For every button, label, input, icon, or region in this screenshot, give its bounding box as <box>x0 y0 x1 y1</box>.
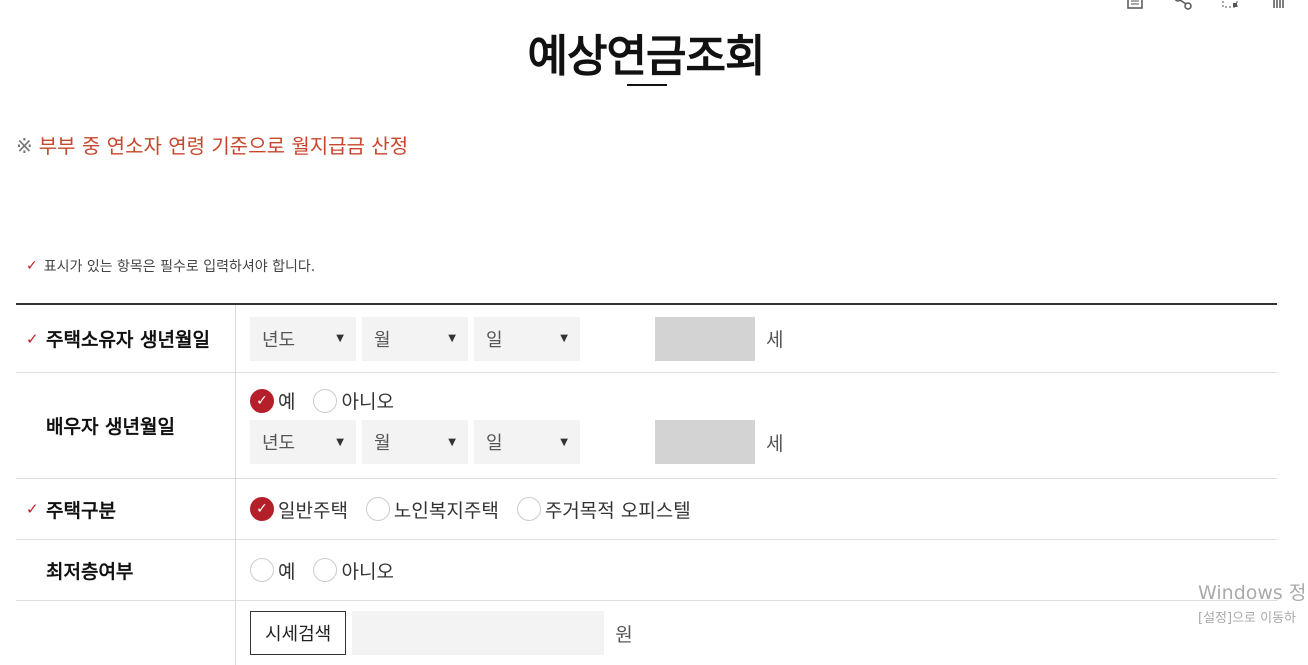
dropdown-arrow-icon: ▼ <box>448 333 456 344</box>
notice-mark: ※ <box>16 134 33 158</box>
select-value: 년도 <box>262 433 296 454</box>
select-value: 년도 <box>262 329 296 351</box>
spouse-age-box <box>655 420 755 464</box>
spouse-month-select[interactable]: 월 ▼ <box>362 420 468 464</box>
radio-label: 예 <box>278 391 296 413</box>
label-house-type: ✓ 주택구분 <box>16 479 236 539</box>
select-value: 일 <box>486 329 503 351</box>
select-value: 일 <box>486 433 503 454</box>
dropdown-arrow-icon: ▼ <box>560 333 568 344</box>
radio-label: 노인복지주택 <box>393 499 499 522</box>
required-note-text: 표시가 있는 항목은 필수로 입력하셔야 합니다. <box>43 259 316 275</box>
required-check-icon: ✓ <box>26 500 39 518</box>
radio-circle-icon <box>250 558 274 582</box>
house-senior-radio[interactable]: 노인복지주택 <box>365 496 499 523</box>
label-text: 주택구분 <box>46 499 116 522</box>
notice-text: ※ 부부 중 연소자 연령 기준으로 월지급금 산정 <box>16 130 408 159</box>
price-input[interactable] <box>352 611 605 655</box>
print-icon[interactable] <box>1124 0 1146 12</box>
label-lowest-floor: 최저층여부 <box>16 540 236 600</box>
floor-no-radio[interactable]: 아니오 <box>313 557 394 584</box>
owner-year-select[interactable]: 년도 ▼ <box>250 316 356 361</box>
label-price <box>16 601 236 665</box>
label-text: 주택소유자 생년월일 <box>46 329 210 351</box>
share-icon[interactable] <box>1172 0 1194 12</box>
check-icon: ✓ <box>250 497 274 521</box>
label-owner-birth: ✓ 주택소유자 생년월일 <box>16 305 236 372</box>
dropdown-arrow-icon: ▼ <box>448 436 456 448</box>
radio-circle-icon <box>365 497 390 521</box>
spouse-day-select[interactable]: 일 ▼ <box>474 420 580 464</box>
floor-yes-radio[interactable]: 예 <box>250 557 295 584</box>
hand-icon[interactable] <box>1268 0 1290 12</box>
select-value: 월 <box>374 433 391 454</box>
label-text: 최저층여부 <box>46 560 134 583</box>
required-check-icon: ✓ <box>26 329 39 348</box>
form-table: ✓ 주택소유자 생년월일 년도 ▼ 월 ▼ 일 ▼ 세 배우자 생년월일 ✓ 예… <box>16 303 1277 665</box>
page-title: 예상연금조회 <box>527 31 766 82</box>
radio-circle-icon <box>313 388 338 413</box>
row-owner-birth: ✓ 주택소유자 생년월일 년도 ▼ 월 ▼ 일 ▼ 세 <box>16 305 1277 373</box>
radio-circle-icon <box>516 497 541 521</box>
age-unit: 세 <box>766 432 784 455</box>
field-owner-birth: 년도 ▼ 월 ▼ 일 ▼ 세 <box>236 305 1277 372</box>
price-search-button[interactable]: 시세검색 <box>250 611 347 655</box>
qr-icon[interactable] <box>1220 0 1242 12</box>
owner-age-box <box>655 316 755 361</box>
field-price: 시세검색 원 <box>236 601 1277 665</box>
select-value: 월 <box>374 329 391 351</box>
price-unit: 원 <box>615 623 633 646</box>
required-check-icon: ✓ <box>26 258 38 274</box>
check-icon: ✓ <box>250 388 274 413</box>
label-spouse-birth: 배우자 생년월일 <box>16 373 236 478</box>
label-text: 배우자 생년월일 <box>46 416 175 438</box>
dropdown-arrow-icon: ▼ <box>560 436 568 448</box>
spouse-yes-radio[interactable]: ✓ 예 <box>250 387 295 414</box>
dropdown-arrow-icon: ▼ <box>336 436 344 448</box>
radio-circle-icon <box>313 558 338 582</box>
house-officetel-radio[interactable]: 주거목적 오피스텔 <box>516 496 691 523</box>
row-house-type: ✓ 주택구분 ✓ 일반주택 노인복지주택 주거목적 오피스텔 <box>16 479 1277 540</box>
field-house-type: ✓ 일반주택 노인복지주택 주거목적 오피스텔 <box>236 479 1277 539</box>
radio-label: 일반주택 <box>278 499 348 522</box>
toolbar-icons <box>1124 0 1290 12</box>
age-unit: 세 <box>766 329 784 351</box>
owner-month-select[interactable]: 월 ▼ <box>362 316 468 361</box>
notice-message: 부부 중 연소자 연령 기준으로 월지급금 산정 <box>38 134 409 158</box>
row-lowest-floor: 최저층여부 예 아니오 <box>16 540 1277 601</box>
radio-label: 아니오 <box>341 391 394 413</box>
title-underline <box>627 84 667 86</box>
dropdown-arrow-icon: ▼ <box>336 333 344 344</box>
spouse-year-select[interactable]: 년도 ▼ <box>250 420 356 464</box>
row-price: 시세검색 원 <box>16 601 1277 665</box>
watermark-line1: Windows 정 <box>1198 582 1307 604</box>
owner-day-select[interactable]: 일 ▼ <box>474 316 580 361</box>
spouse-no-radio[interactable]: 아니오 <box>313 387 394 414</box>
radio-label: 예 <box>278 560 296 583</box>
watermark-line2: [설정]으로 이동하 <box>1198 611 1296 626</box>
windows-activation-watermark: Windows 정 [설정]으로 이동하 <box>1198 578 1308 626</box>
row-spouse-birth: 배우자 생년월일 ✓ 예 아니오 년도 ▼ 월 ▼ 일 ▼ 세 <box>16 373 1277 479</box>
field-spouse-birth: ✓ 예 아니오 년도 ▼ 월 ▼ 일 ▼ 세 <box>236 373 1277 478</box>
radio-label: 아니오 <box>341 560 394 583</box>
house-general-radio[interactable]: ✓ 일반주택 <box>250 496 348 523</box>
field-lowest-floor: 예 아니오 <box>236 540 1277 600</box>
required-note: ✓ 표시가 있는 항목은 필수로 입력하셔야 합니다. <box>26 256 315 276</box>
radio-label: 주거목적 오피스텔 <box>544 499 691 522</box>
